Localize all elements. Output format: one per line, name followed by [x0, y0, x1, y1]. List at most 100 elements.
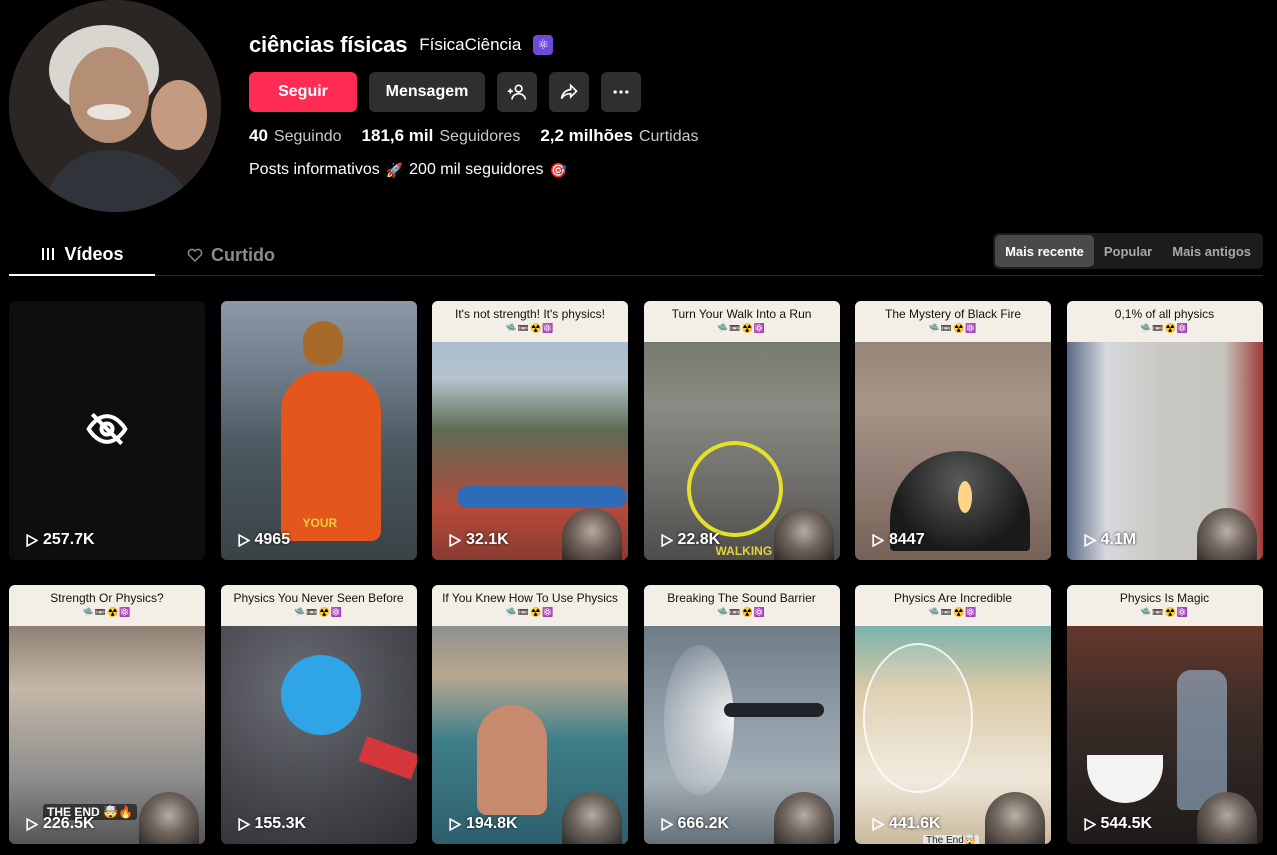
video-card[interactable]: 257.7K: [9, 301, 205, 560]
video-caption-text: Physics Is Magic: [1119, 591, 1210, 605]
view-count-text: 544.5K: [1100, 815, 1153, 832]
video-caption: Breaking The Sound Barrier 🛸📼☢️⚛️: [643, 585, 840, 626]
video-caption-text: It's not strength! It's physics!: [455, 307, 605, 321]
play-icon: [26, 817, 38, 831]
view-count-text: 32.1K: [466, 531, 509, 548]
view-count: 544.5K: [1083, 815, 1153, 833]
einstein-watermark: [562, 792, 622, 844]
following-stat[interactable]: 40 Seguindo: [249, 126, 342, 146]
more-icon: [613, 90, 629, 94]
caption-emoji-icons: 🛸📼☢️⚛️: [717, 607, 766, 617]
video-card[interactable]: 0,1% of all physics 🛸📼☢️⚛️ 4.1M: [1066, 301, 1263, 560]
video-card[interactable]: The Mystery of Black Fire 🛸📼☢️⚛️ 8447: [855, 301, 1051, 560]
video-card[interactable]: YOUR 4965: [220, 301, 417, 560]
video-card[interactable]: Strength Or Physics? 🛸📼☢️⚛️ THE END 🤯🔥 22…: [9, 585, 205, 844]
einstein-watermark: [562, 508, 622, 560]
followers-count: 181,6 mil: [361, 126, 434, 145]
highlight-circle: [686, 441, 783, 537]
tab-liked-label: Curtido: [211, 244, 275, 265]
vapor-cone: [663, 645, 734, 795]
video-caption: It's not strength! It's physics! 🛸📼☢️⚛️: [432, 301, 628, 342]
share-button[interactable]: [549, 72, 589, 112]
rocket-icon: 🚀: [385, 161, 404, 178]
view-count: 22.8K: [660, 531, 721, 549]
profile-info: ciências físicas FísicaCiência ⚛: [249, 30, 554, 60]
caption-emoji-icons: 🛸📼☢️⚛️: [505, 607, 555, 617]
target-icon: 🎯: [549, 161, 567, 178]
video-card[interactable]: Physics Is Magic 🛸📼☢️⚛️ 544.5K: [1066, 585, 1263, 844]
video-card[interactable]: Turn Your Walk Into a Run 🛸📼☢️⚛️ WALKING …: [643, 301, 840, 560]
view-count: 441.6K: [871, 815, 941, 833]
video-caption: Physics Is Magic 🛸📼☢️⚛️: [1066, 585, 1263, 626]
avatar-image: [9, 0, 221, 212]
following-count: 40: [249, 126, 268, 145]
video-caption: 0,1% of all physics 🛸📼☢️⚛️: [1066, 301, 1263, 342]
followers-label: Seguidores: [439, 128, 521, 145]
video-card[interactable]: If You Knew How To Use Physics 🛸📼☢️⚛️ 194…: [432, 585, 628, 844]
video-caption: Physics Are Incredible 🛸📼☢️⚛️: [855, 585, 1051, 626]
play-icon: [872, 817, 884, 831]
view-count-text: 22.8K: [677, 531, 721, 548]
view-count: 194.8K: [448, 815, 518, 833]
profile-username: ciências físicas: [249, 32, 408, 57]
person-figure: [477, 705, 547, 815]
caption-emoji-icons: 🛸📼☢️⚛️: [1140, 607, 1189, 617]
view-count-text: 194.8K: [466, 815, 518, 832]
view-count-text: 666.2K: [677, 815, 730, 832]
view-count-text: 8447: [889, 531, 925, 548]
following-label: Seguindo: [273, 128, 342, 145]
play-icon: [660, 533, 673, 547]
caption-emoji-icons: 🛸📼☢️⚛️: [928, 607, 978, 617]
einstein-watermark: [1196, 508, 1257, 560]
share-icon: [560, 83, 578, 100]
add-friend-button[interactable]: [497, 72, 537, 112]
tab-videos-label: Vídeos: [64, 243, 124, 264]
video-caption-text: The Mystery of Black Fire: [884, 307, 1022, 321]
tab-liked[interactable]: Curtido: [187, 234, 275, 276]
video-caption: Strength Or Physics? 🛸📼☢️⚛️: [9, 585, 205, 626]
more-options-button[interactable]: [601, 72, 641, 112]
barbell-plates: [457, 486, 627, 508]
follow-button[interactable]: Seguir: [249, 72, 357, 112]
play-icon: [449, 533, 461, 547]
view-count: 155.3K: [237, 815, 306, 833]
view-count-text: 4.1M: [1100, 531, 1137, 548]
profile-avatar[interactable]: [9, 0, 221, 212]
video-caption: If You Knew How To Use Physics 🛸📼☢️⚛️: [432, 585, 628, 626]
einstein-watermark: [773, 508, 834, 560]
sort-popular[interactable]: Popular: [1094, 235, 1162, 267]
play-icon: [237, 533, 250, 547]
play-icon: [1083, 533, 1096, 547]
eye-hidden-icon: [86, 412, 128, 446]
profile-actions: Seguir Mensagem: [249, 72, 641, 112]
sort-most-recent[interactable]: Mais recente: [995, 235, 1094, 267]
view-count: 257.7K: [25, 531, 95, 549]
message-button[interactable]: Mensagem: [369, 72, 485, 112]
view-count-text: 441.6K: [889, 815, 941, 832]
video-overlay-text: The End🤯: [923, 835, 980, 844]
add-person-icon: [507, 84, 527, 100]
caption-emoji-icons: 🛸📼☢️⚛️: [82, 607, 132, 617]
play-icon: [872, 533, 884, 547]
video-card[interactable]: It's not strength! It's physics! 🛸📼☢️⚛️ 3…: [432, 301, 628, 560]
video-card[interactable]: Physics Are Incredible 🛸📼☢️⚛️ The End🤯 44…: [855, 585, 1051, 844]
likes-count: 2,2 milhões: [540, 126, 633, 145]
atom-icon: ⚛: [533, 35, 554, 55]
video-card[interactable]: Breaking The Sound Barrier 🛸📼☢️⚛️ 666.2K: [643, 585, 840, 844]
likes-label: Curtidas: [638, 128, 699, 145]
video-caption-text: Strength Or Physics?: [50, 591, 164, 605]
play-icon: [449, 817, 461, 831]
video-caption: The Mystery of Black Fire 🛸📼☢️⚛️: [855, 301, 1051, 342]
sort-oldest[interactable]: Mais antigos: [1162, 235, 1261, 267]
tab-videos[interactable]: Vídeos: [9, 234, 155, 276]
caption-emoji-icons: 🛸📼☢️⚛️: [928, 323, 978, 333]
followers-stat[interactable]: 181,6 mil Seguidores: [362, 126, 521, 146]
caption-emoji-icons: 🛸📼☢️⚛️: [717, 323, 766, 333]
video-caption-text: Physics Are Incredible: [893, 591, 1013, 605]
video-card[interactable]: Physics You Never Seen Before 🛸📼☢️⚛️ 155.…: [220, 585, 417, 844]
water-bottle: [1176, 670, 1227, 810]
sort-selector: Mais recente Popular Mais antigos: [993, 233, 1263, 269]
video-caption-text: Physics You Never Seen Before: [233, 591, 404, 605]
view-count: 4.1M: [1083, 531, 1137, 549]
bio-text-2: 200 mil seguidores: [409, 161, 544, 178]
